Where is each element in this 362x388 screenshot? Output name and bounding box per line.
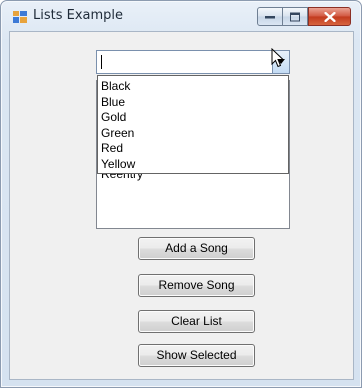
maximize-button[interactable] bbox=[283, 7, 308, 26]
color-combo-box[interactable] bbox=[96, 50, 290, 74]
minimize-icon bbox=[265, 15, 275, 18]
maximize-icon bbox=[290, 12, 300, 21]
clear-list-button[interactable]: Clear List bbox=[138, 310, 255, 333]
dropdown-option[interactable]: Red bbox=[98, 141, 288, 157]
mouse-pointer-icon bbox=[271, 47, 285, 71]
close-icon bbox=[324, 11, 335, 22]
dropdown-option[interactable]: Blue bbox=[98, 95, 288, 111]
dropdown-option[interactable]: Green bbox=[98, 126, 288, 142]
dropdown-option[interactable]: Black bbox=[98, 79, 288, 95]
form-client-area: Reentry Black Blue Gold Green Red Yellow… bbox=[9, 31, 354, 380]
dropdown-option[interactable]: Gold bbox=[98, 110, 288, 126]
combo-dropdown-list[interactable]: Black Blue Gold Green Red Yellow bbox=[97, 75, 289, 174]
app-window: Lists Example Reentry Black Blue Gold Gr… bbox=[0, 0, 362, 388]
close-button[interactable] bbox=[308, 7, 351, 26]
show-selected-button[interactable]: Show Selected bbox=[138, 344, 255, 367]
minimize-button[interactable] bbox=[257, 7, 283, 26]
add-song-button[interactable]: Add a Song bbox=[138, 237, 255, 260]
title-bar[interactable]: Lists Example bbox=[1, 1, 361, 31]
app-window-icon bbox=[13, 11, 27, 23]
window-title: Lists Example bbox=[33, 8, 124, 23]
text-caret bbox=[101, 55, 102, 69]
remove-song-button[interactable]: Remove Song bbox=[138, 274, 255, 297]
dropdown-option[interactable]: Yellow bbox=[98, 157, 288, 173]
